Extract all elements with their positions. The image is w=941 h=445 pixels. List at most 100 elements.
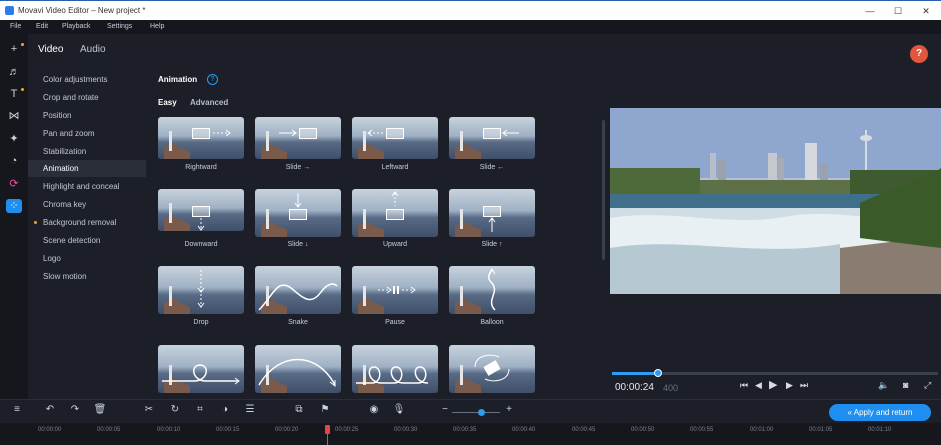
animation-thumb-slide-down[interactable]: [255, 189, 341, 237]
animation-thumb-balloon[interactable]: [449, 266, 535, 314]
go-to-end-icon[interactable]: ⏭: [800, 380, 808, 391]
animation-thumb-snake[interactable]: [255, 266, 341, 314]
animation-thumb-upward[interactable]: [352, 189, 438, 237]
mode-advanced[interactable]: Advanced: [190, 98, 228, 107]
zoom-in-icon[interactable]: +: [502, 404, 516, 415]
category-list: Color adjustments Crop and rotate Positi…: [28, 64, 148, 399]
menu-settings[interactable]: Settings: [107, 23, 132, 30]
record-icon[interactable]: ◉: [367, 404, 381, 415]
more-tools-icon[interactable]: ⁘: [6, 199, 22, 213]
play-icon[interactable]: ▶: [769, 378, 777, 391]
animation-thumb-leftward[interactable]: [352, 117, 438, 159]
menu-bar: File Edit Playback Settings Help: [0, 20, 941, 34]
adjust-icon[interactable]: ☰: [243, 404, 257, 415]
menu-help[interactable]: Help: [150, 23, 164, 30]
close-button[interactable]: ✕: [911, 4, 941, 18]
timeline-playhead[interactable]: [325, 423, 330, 445]
animation-thumb-downward[interactable]: [158, 189, 244, 231]
category-chroma-key[interactable]: Chroma key: [28, 196, 146, 213]
animation-panel: Animation ? Easy Advanced Rightward Slid…: [150, 64, 608, 399]
snapshot-icon[interactable]: ◙: [903, 380, 908, 390]
ruler-tick: 00:00:35: [453, 427, 477, 433]
color-icon[interactable]: ◑: [218, 404, 232, 415]
menu-edit[interactable]: Edit: [36, 23, 48, 30]
marker-icon[interactable]: ⚑: [318, 404, 332, 415]
category-stabilization[interactable]: Stabilization: [28, 143, 146, 160]
ruler-tick: 00:00:25: [335, 427, 359, 433]
animation-thumb-loops[interactable]: [352, 345, 438, 393]
zoom-slider-handle[interactable]: [478, 409, 485, 416]
animation-label: Slide ←: [479, 164, 505, 171]
next-frame-icon[interactable]: ▶: [786, 380, 793, 391]
rotate-icon[interactable]: ↻: [168, 404, 182, 415]
menu-playback[interactable]: Playback: [62, 23, 90, 30]
stickers-icon[interactable]: ✦: [6, 132, 22, 146]
category-color-adjustments[interactable]: Color adjustments: [28, 71, 146, 88]
animation-thumb-arc[interactable]: [255, 345, 341, 393]
playback-handle[interactable]: [654, 369, 662, 377]
ruler-tick: 00:00:05: [97, 427, 121, 433]
category-animation[interactable]: Animation: [28, 160, 146, 177]
video-frame-image: [610, 108, 941, 294]
animation-thumb-slide-left[interactable]: [449, 117, 535, 159]
crop-icon[interactable]: ⌗: [193, 404, 207, 415]
redo-icon[interactable]: ↷: [68, 404, 82, 415]
overlay-icon[interactable]: ⧉: [292, 404, 306, 415]
filters-icon[interactable]: ⟳: [6, 177, 22, 191]
animation-label: Drop: [193, 319, 209, 326]
category-slow-motion[interactable]: Slow motion: [28, 268, 146, 285]
category-background-removal[interactable]: Background removal: [28, 214, 146, 231]
category-scene-detection[interactable]: Scene detection: [28, 232, 146, 249]
animation-thumb-slide-up[interactable]: [449, 189, 535, 237]
add-track-icon[interactable]: ≡: [10, 404, 24, 415]
volume-icon[interactable]: 🔈: [878, 380, 889, 391]
microphone-icon[interactable]: 🎙: [392, 404, 406, 415]
ruler-tick: 00:01:00: [750, 427, 774, 433]
category-pan-zoom[interactable]: Pan and zoom: [28, 125, 146, 142]
animation-label: Leftward: [381, 164, 409, 171]
add-media-icon[interactable]: +: [6, 42, 22, 56]
maximize-button[interactable]: ☐: [883, 4, 913, 18]
animation-thumb-spin[interactable]: [449, 345, 535, 393]
zoom-out-icon[interactable]: −: [438, 404, 452, 415]
apply-and-return-button[interactable]: « Apply and return: [829, 404, 931, 421]
content-scrollbar[interactable]: [602, 120, 605, 260]
menu-file[interactable]: File: [10, 23, 21, 30]
ruler-tick: 00:00:00: [38, 427, 62, 433]
ruler-tick: 00:00:15: [216, 427, 240, 433]
transitions-icon[interactable]: ⋈: [6, 109, 22, 123]
previous-frame-icon[interactable]: ◀: [755, 380, 762, 391]
zoom-slider[interactable]: [452, 412, 500, 413]
help-button[interactable]: ?: [910, 45, 928, 63]
animation-label: Pause: [385, 319, 405, 326]
section-title: Animation: [158, 75, 198, 84]
effects-icon[interactable]: ◔: [6, 154, 22, 168]
tab-video[interactable]: Video: [38, 44, 63, 55]
mode-easy[interactable]: Easy: [158, 98, 177, 107]
cut-icon[interactable]: ✂: [142, 404, 156, 415]
animation-thumb-drop[interactable]: [158, 266, 244, 314]
animation-thumb-slide-right[interactable]: [255, 117, 341, 159]
animation-thumb-loop[interactable]: [158, 345, 244, 393]
category-highlight-conceal[interactable]: Highlight and conceal: [28, 178, 146, 195]
ruler-tick: 00:01:10: [868, 427, 892, 433]
category-crop-rotate[interactable]: Crop and rotate: [28, 89, 146, 106]
delete-icon[interactable]: 🗑: [93, 404, 107, 415]
tab-audio[interactable]: Audio: [80, 44, 106, 55]
minimize-button[interactable]: —: [855, 4, 885, 18]
animation-thumb-pause[interactable]: [352, 266, 438, 314]
music-icon[interactable]: ♬: [6, 65, 22, 79]
help-icon[interactable]: ?: [207, 74, 218, 85]
new-badge: [21, 88, 24, 91]
video-preview: [610, 108, 941, 294]
fullscreen-icon[interactable]: ⤢: [924, 380, 931, 391]
titles-icon[interactable]: T: [6, 87, 22, 101]
animation-thumb-rightward[interactable]: [158, 117, 244, 159]
ruler-tick: 00:00:40: [512, 427, 536, 433]
go-to-start-icon[interactable]: ⏮: [740, 380, 748, 391]
category-logo[interactable]: Logo: [28, 250, 146, 267]
category-position[interactable]: Position: [28, 107, 146, 124]
current-timecode: 00:00:24: [615, 382, 654, 393]
ruler-tick: 00:01:05: [809, 427, 833, 433]
undo-icon[interactable]: ↶: [43, 404, 57, 415]
